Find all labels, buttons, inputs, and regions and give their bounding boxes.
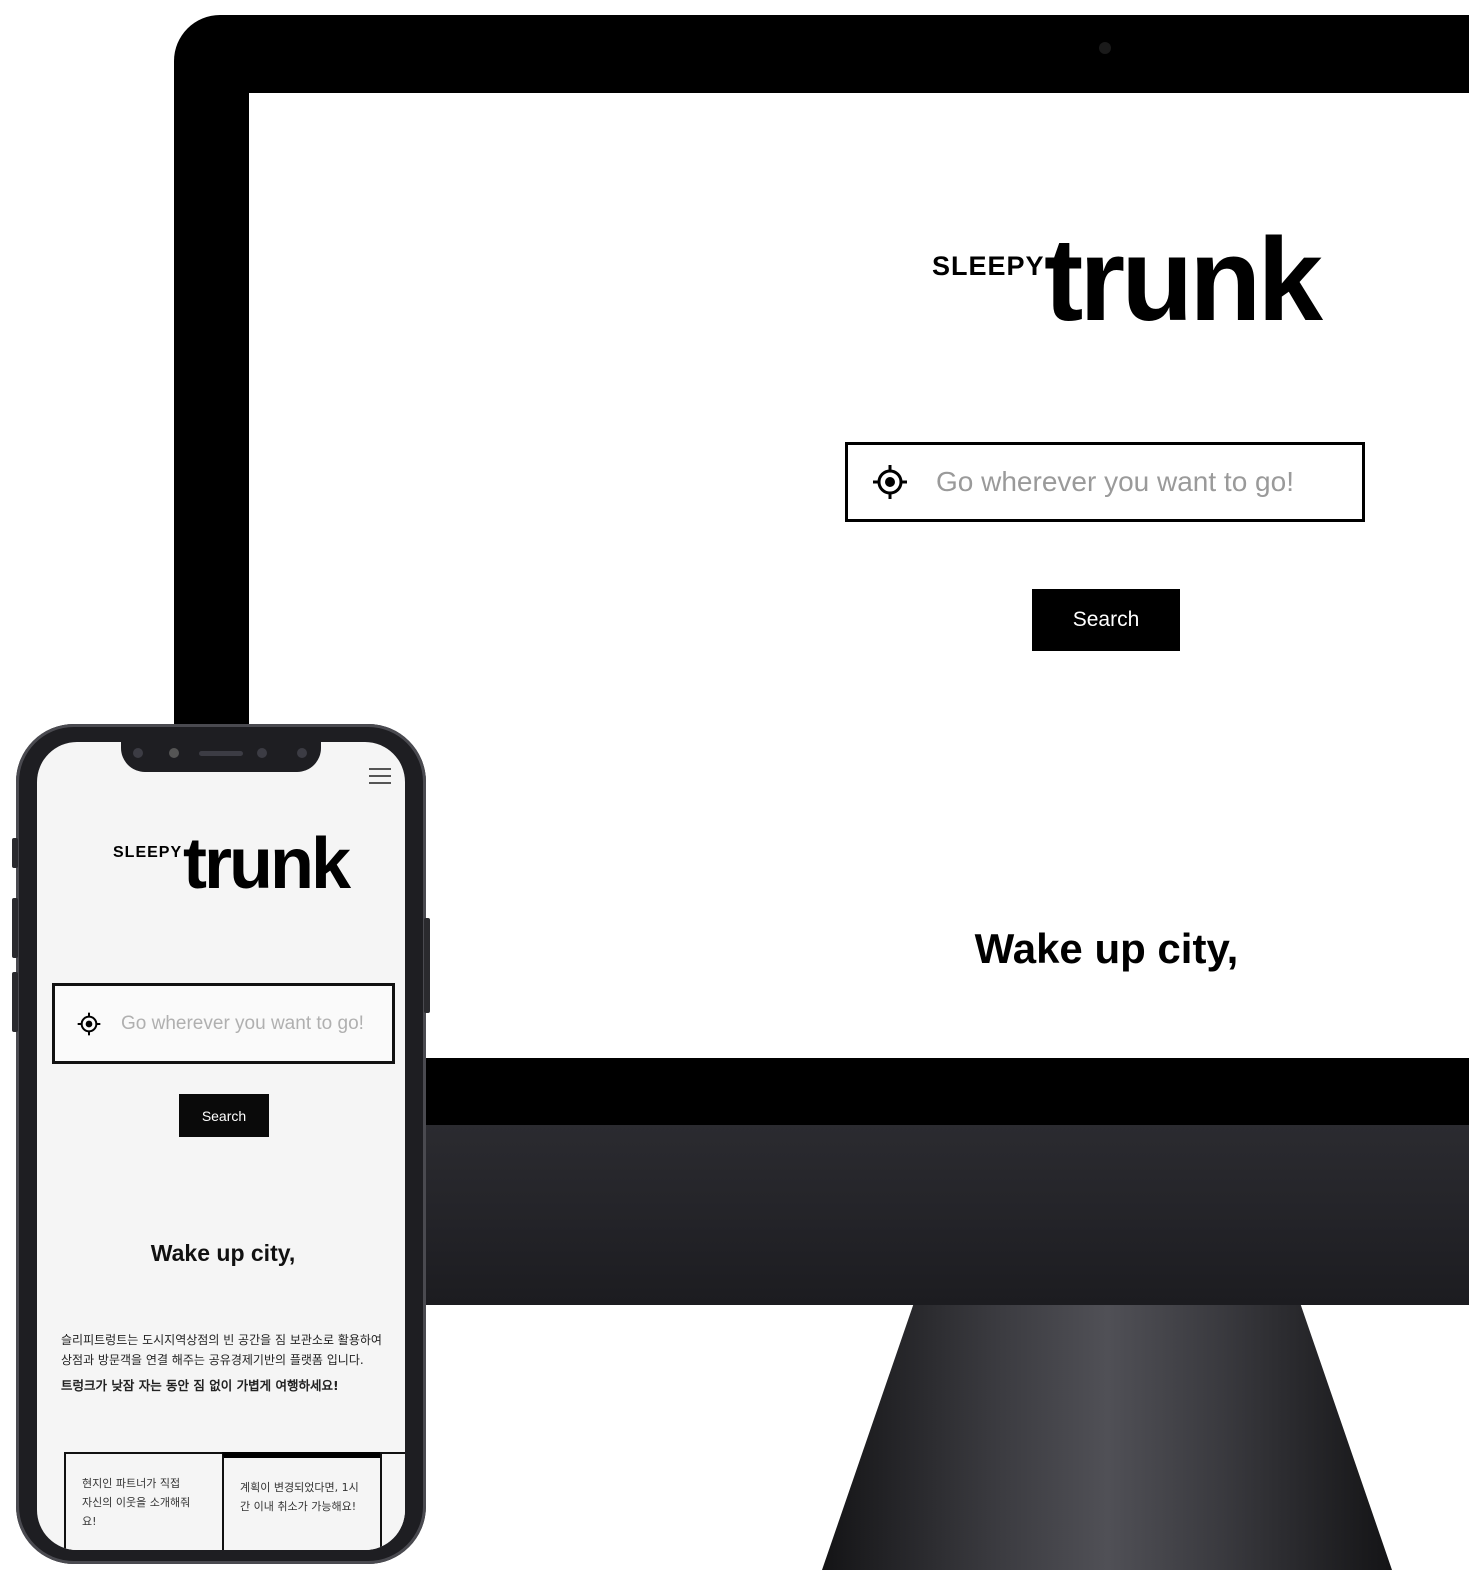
phone-side-button: [424, 918, 430, 1013]
feature-card[interactable]: 계획이 변경되었다면, 1시간 이내 취소가 가능해요!: [222, 1452, 382, 1550]
logo-small-text: SLEEPY: [932, 251, 1045, 281]
hamburger-menu-icon[interactable]: [369, 768, 391, 786]
feature-card[interactable]: 현지인 파트너가 직접 자신의 이웃을 소개해줘요!: [64, 1452, 224, 1550]
camera-icon: [1099, 42, 1111, 54]
headline: Wake up city,: [150, 1240, 296, 1266]
feature-card-text: 현지인 파트너가 직접 자신의 이웃을 소개해줘요!: [82, 1477, 191, 1528]
feature-card-partial[interactable]: [380, 1452, 405, 1550]
search-placeholder: Go wherever you want to go!: [936, 466, 1294, 497]
feature-card-text: 계획이 변경되었다면, 1시간 이내 취소가 가능해요!: [240, 1481, 359, 1513]
headline: Wake up city,: [974, 925, 1239, 972]
search-input[interactable]: Go wherever you want to go!: [845, 442, 1365, 522]
logo-small-text: SLEEPY: [113, 844, 183, 861]
desktop-screen: SLEEPY trunk Go wherever you want to go!…: [249, 93, 1469, 1058]
description-text: 슬리피트렁트는 도시지역상점의 빈 공간을 짐 보관소로 활용하여 상점과 방문…: [61, 1333, 382, 1367]
brand-logo[interactable]: SLEEPY trunk: [932, 215, 1323, 353]
mobile-screen: SLEEPY trunk Go wherever you want to go!…: [37, 742, 405, 1550]
logo-big-text: trunk: [183, 824, 351, 904]
notch-speaker: [199, 751, 243, 756]
description: 슬리피트렁트는 도시지역상점의 빈 공간을 짐 보관소로 활용하여 상점과 방문…: [61, 1330, 391, 1396]
search-input[interactable]: Go wherever you want to go!: [52, 983, 395, 1064]
phone-side-button: [12, 838, 18, 868]
search-button[interactable]: Search: [179, 1094, 269, 1137]
notch-sensor: [257, 748, 267, 758]
notch-camera: [169, 748, 179, 758]
location-target-icon[interactable]: [77, 1012, 101, 1036]
notch-sensor: [133, 748, 143, 758]
location-target-icon[interactable]: [872, 464, 908, 500]
logo-big-text: trunk: [1044, 214, 1323, 346]
phone-notch: [121, 742, 321, 772]
notch-sensor: [297, 748, 307, 758]
phone-side-button: [12, 898, 18, 958]
tagline: 트렁크가 낮잠 자는 동안 짐 없이 가볍게 여행하세요!: [61, 1378, 339, 1393]
phone-side-button: [12, 972, 18, 1032]
search-button[interactable]: Search: [1032, 589, 1180, 651]
search-placeholder: Go wherever you want to go!: [121, 1012, 364, 1034]
brand-logo[interactable]: SLEEPY trunk: [113, 824, 353, 910]
monitor-stand: [822, 1305, 1392, 1570]
